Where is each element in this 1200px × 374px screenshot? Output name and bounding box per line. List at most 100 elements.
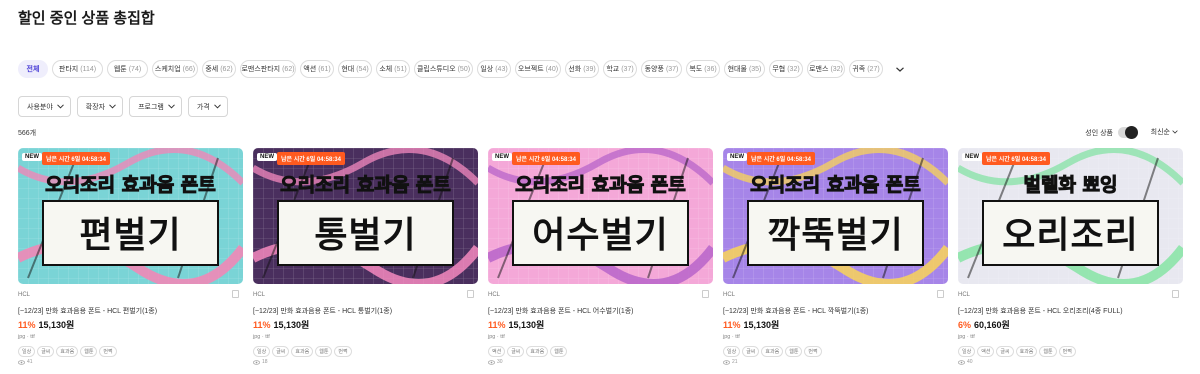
view-count: 40 — [958, 359, 973, 365]
product-tag[interactable]: 일상 — [253, 346, 271, 357]
program-dropdown[interactable]: 프로그램 — [129, 96, 182, 117]
category-chip[interactable]: 오브젝트 (40) — [515, 60, 561, 78]
extension-dropdown[interactable]: 확장자 — [76, 96, 124, 117]
category-chip[interactable]: 동양풍 (37) — [641, 60, 682, 78]
product-tag[interactable]: 번쩍 — [1058, 346, 1076, 357]
product-tag[interactable]: 웹툰 — [550, 346, 568, 357]
product-thumbnail[interactable]: 오리조리 효과음 폰트 편벌기 NEW 남은 시간 6일 04:58:34 — [18, 148, 243, 284]
product-tag[interactable]: 글씨 — [507, 346, 525, 357]
category-chip-count: (66) — [182, 65, 196, 73]
product-tag[interactable]: 효과음 — [526, 346, 549, 357]
category-chip[interactable]: 선화 (39) — [565, 60, 599, 78]
category-chip[interactable]: 전체 — [18, 60, 48, 78]
category-chip[interactable]: 귀족 (27) — [849, 60, 883, 78]
category-chip[interactable]: 중세 (62) — [202, 60, 236, 78]
field-dropdown[interactable]: 사용분야 — [18, 96, 71, 117]
category-chip[interactable]: 일상 (43) — [477, 60, 511, 78]
program-dropdown-label: 프로그램 — [138, 103, 164, 111]
view-count: 41 — [18, 359, 33, 365]
product-tag[interactable]: 글씨 — [996, 346, 1014, 357]
bookmark-icon[interactable] — [232, 290, 239, 298]
product-tag[interactable]: 액션 — [977, 346, 995, 357]
eye-icon — [488, 359, 495, 365]
product-tag[interactable]: 액션 — [488, 346, 506, 357]
category-chip[interactable]: 현대 (54) — [338, 60, 372, 78]
category-chip[interactable]: 클립스튜디오 (50) — [414, 60, 473, 78]
product-price: 11% 15,130원 — [488, 318, 544, 331]
time-left-badge: 남은 시간 6일 04:58:34 — [982, 152, 1050, 165]
adult-toggle[interactable] — [1118, 126, 1138, 139]
product-tag[interactable]: 번쩍 — [804, 346, 822, 357]
product-tag[interactable]: 일상 — [723, 346, 741, 357]
product-thumbnail[interactable]: 오리조리 효과음 폰트 어수벌기 NEW 남은 시간 6일 04:58:34 — [488, 148, 713, 284]
bookmark-icon[interactable] — [1172, 290, 1179, 298]
product-tag[interactable]: 웹툰 — [1039, 346, 1057, 357]
sort-dropdown[interactable]: 최신순 — [1151, 127, 1178, 137]
product-card[interactable]: 오리조리 효과음 폰트 깍뚝벌기 NEW 남은 시간 6일 04:58:34 HCL [~… — [723, 148, 948, 368]
thumbnail-title: 오리조리 — [1002, 214, 1139, 256]
thumbnail-subtitle: 벌렐화 뾰잉 — [1023, 174, 1118, 197]
brand-name[interactable]: HCL — [253, 292, 265, 298]
category-chip[interactable]: 판타지 (114) — [52, 60, 103, 78]
category-chip-count: (36) — [704, 65, 717, 73]
product-tag[interactable]: 웹툰 — [785, 346, 803, 357]
product-tag[interactable]: 효과음 — [761, 346, 784, 357]
product-meta: HCL [~12/23] 만화 효과음용 폰트 - HCL 어수벌기(1종) 11%… — [488, 284, 713, 368]
product-tag[interactable]: 효과음 — [1015, 346, 1038, 357]
category-chip[interactable]: 학교 (37) — [603, 60, 637, 78]
new-badge: NEW — [727, 153, 747, 161]
product-title[interactable]: [~12/23] 만화 효과음용 폰트 - HCL 통벌기(1종) — [253, 306, 392, 316]
category-chip[interactable]: 액션 (61) — [300, 60, 334, 78]
category-chip-count: (54) — [356, 65, 369, 73]
product-tag[interactable]: 웹툰 — [315, 346, 333, 357]
discount-rate: 11% — [253, 320, 271, 330]
bookmark-icon[interactable] — [702, 290, 709, 298]
product-tag[interactable]: 글씨 — [37, 346, 55, 357]
time-left-badge: 남은 시간 6일 04:58:34 — [747, 152, 815, 165]
category-chip[interactable]: 복도 (36) — [686, 60, 720, 78]
product-thumbnail[interactable]: 오리조리 효과음 폰트 깍뚝벌기 NEW 남은 시간 6일 04:58:34 — [723, 148, 948, 284]
bookmark-icon[interactable] — [937, 290, 944, 298]
product-card[interactable]: 오리조리 효과음 폰트 편벌기 NEW 남은 시간 6일 04:58:34 HCL [~1… — [18, 148, 243, 368]
brand-name[interactable]: HCL — [488, 292, 500, 298]
category-chip-label: 동양풍 — [644, 66, 664, 73]
product-tag[interactable]: 번쩍 — [99, 346, 117, 357]
brand-name[interactable]: HCL — [18, 292, 30, 298]
chevron-down-icon — [109, 104, 116, 109]
category-chip[interactable]: 스케치업 (66) — [152, 60, 198, 78]
product-title[interactable]: [~12/23] 만화 효과음용 폰트 - HCL 깍뚝벌기(1종) — [723, 306, 869, 316]
expand-categories-button[interactable] — [893, 62, 907, 76]
product-card[interactable]: 오리조리 효과음 폰트 통벌기 NEW 남은 시간 6일 04:58:34 HCL [~1… — [253, 148, 478, 368]
product-tag[interactable]: 효과음 — [56, 346, 79, 357]
brand-name[interactable]: HCL — [723, 292, 735, 298]
category-chip[interactable]: 웹툰 (74) — [107, 60, 148, 78]
product-thumbnail[interactable]: 오리조리 효과음 폰트 통벌기 NEW 남은 시간 6일 04:58:34 — [253, 148, 478, 284]
product-tag[interactable]: 효과음 — [291, 346, 314, 357]
category-chip-label: 현대물 — [727, 66, 747, 73]
product-card[interactable]: 벌렐화 뾰잉 오리조리 NEW 남은 시간 6일 04:58:34 HCL [~12/23… — [958, 148, 1183, 368]
product-tag[interactable]: 웹툰 — [80, 346, 98, 357]
product-title[interactable]: [~12/23] 만화 효과음용 폰트 - HCL 편벌기(1종) — [18, 306, 157, 316]
product-title[interactable]: [~12/23] 만화 효과음용 폰트 - HCL 오리조리(4종 FULL) — [958, 306, 1123, 316]
product-tag[interactable]: 일상 — [958, 346, 976, 357]
product-thumbnail[interactable]: 벌렐화 뾰잉 오리조리 NEW 남은 시간 6일 04:58:34 — [958, 148, 1183, 284]
category-chip[interactable]: 현대물 (35) — [724, 60, 765, 78]
page-title: 할인 중인 상품 총집합 — [18, 10, 155, 27]
price-dropdown[interactable]: 가격 — [187, 96, 228, 117]
product-card[interactable]: 오리조리 효과음 폰트 어수벌기 NEW 남은 시간 6일 04:58:34 HCL [~… — [488, 148, 713, 368]
price-value: 15,130원 — [273, 320, 310, 330]
product-title[interactable]: [~12/23] 만화 효과음용 폰트 - HCL 어수벌기(1종) — [488, 306, 634, 316]
thumbnail-title: 어수벌기 — [532, 214, 669, 256]
category-chip[interactable]: 무협 (32) — [769, 60, 803, 78]
category-chip[interactable]: 로맨스 (32) — [807, 60, 845, 78]
bookmark-icon[interactable] — [467, 290, 474, 298]
product-tag[interactable]: 일상 — [18, 346, 36, 357]
category-chip[interactable]: 소체 (51) — [376, 60, 410, 78]
brand-name[interactable]: HCL — [958, 292, 970, 298]
product-tag[interactable]: 글씨 — [742, 346, 760, 357]
category-chip[interactable]: 로맨스판타지 (62) — [240, 60, 296, 78]
product-tag[interactable]: 글씨 — [272, 346, 290, 357]
product-tag[interactable]: 번쩍 — [334, 346, 352, 357]
category-chip-label: 중세 — [205, 66, 219, 73]
adult-filter[interactable]: 성인 상품 — [1085, 126, 1138, 139]
